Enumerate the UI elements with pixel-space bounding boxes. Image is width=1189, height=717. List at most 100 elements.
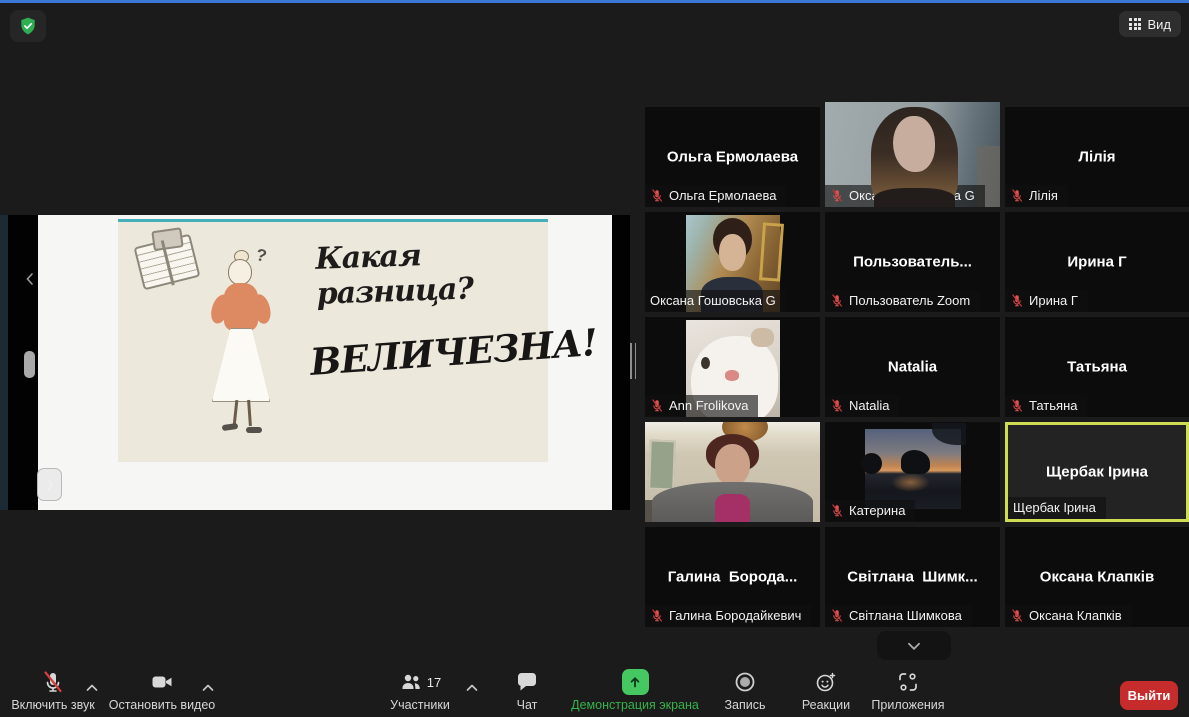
toolbar-item-label: Реакции (802, 698, 850, 712)
participant-tile[interactable]: Татьяна Татьяна (1005, 317, 1189, 417)
shared-screen-edge-strip (0, 215, 8, 510)
muted-mic-icon (650, 608, 664, 623)
participant-name-label: Галина Бородайкевич (645, 605, 811, 627)
participants-count: 17 (427, 675, 441, 690)
participant-tile[interactable]: Оксана Гошовська G (825, 102, 1000, 207)
participant-tile[interactable]: Пользователь... Пользователь Zoom (825, 212, 1000, 312)
participant-name-label: Лілія (1005, 185, 1068, 207)
meeting-toolbar: Включить звукОстановить видео17Участники… (0, 665, 1189, 717)
participant-tile[interactable]: Лілія Лілія (1005, 107, 1189, 207)
muted-mic-icon (830, 398, 844, 413)
participants-icon: 17 (399, 669, 441, 695)
participant-name-label: Пользователь Zoom (825, 290, 980, 312)
participant-tile[interactable]: Оксана Клапків Оксана Клапків (1005, 527, 1189, 627)
participant-tile[interactable]: Natalia Natalia (825, 317, 1000, 417)
chevron-up-icon[interactable] (84, 680, 100, 696)
participant-name-text: Ольга Ермолаева (669, 188, 776, 203)
participant-tile[interactable]: Щербак Ірина Щербак Ірина (1005, 422, 1189, 522)
record-icon (733, 669, 757, 695)
chevron-up-icon[interactable] (200, 680, 216, 696)
toolbar-item-record[interactable]: Запись (712, 669, 778, 715)
participant-name-label: Natalia (825, 395, 899, 417)
participant-name-text: Оксана Гошовська G (650, 293, 776, 308)
toolbar-item-participants[interactable]: 17 Участники (376, 669, 464, 715)
toolbar-item-share[interactable]: Демонстрация экрана (563, 669, 707, 715)
participant-display-name: Пользователь... (825, 254, 1000, 271)
chevron-up-icon[interactable] (464, 680, 480, 696)
muted-mic-icon (830, 293, 844, 308)
chat-icon (515, 669, 539, 695)
toolbar-item-reactions[interactable]: Реакции (788, 669, 864, 715)
toolbar-item-label: Запись (724, 698, 765, 712)
mic-muted-icon (41, 669, 65, 695)
security-shield-button[interactable] (10, 10, 46, 42)
participant-video (865, 429, 961, 509)
participant-tile[interactable]: Татьяна Штангей (645, 422, 820, 522)
participant-name-text: Ирина Г (1029, 293, 1078, 308)
presentation-page: ? Какая разница? ВЕЛИЧЕЗНА! (38, 215, 612, 510)
participant-name-text: Татьяна (1029, 398, 1077, 413)
zoom-meeting-window: Вид ? Какая разница? ВЕЛИЧЕЗНА! (0, 0, 1189, 717)
shield-check-icon (18, 16, 38, 36)
participant-tile[interactable]: Ann Frolikova (645, 317, 820, 417)
share-screen-icon (622, 669, 649, 695)
muted-mic-icon (650, 398, 664, 413)
participant-display-name: Лілія (1005, 149, 1189, 166)
gallery-scroll-down-button[interactable] (877, 631, 951, 660)
toolbar-item-label: Участники (390, 698, 450, 712)
participant-name-label: Катерина (825, 500, 915, 522)
participant-name-label: Світлана Шимкова (825, 605, 972, 627)
camera-icon (150, 669, 174, 695)
question-mark-doodle: ? (254, 245, 268, 267)
slide-heading: Какая разница? (315, 234, 537, 312)
share-screen-icon (622, 669, 649, 695)
view-button-label: Вид (1147, 17, 1171, 32)
participant-tile[interactable]: Ирина Г Ирина Г (1005, 212, 1189, 312)
muted-mic-icon (1010, 608, 1024, 623)
meeting-top-bar: Вид (0, 3, 1189, 45)
next-slide-button[interactable] (37, 468, 62, 501)
chevron-right-icon (43, 478, 57, 492)
participant-name-label: Щербак Ірина (1008, 497, 1106, 519)
view-button[interactable]: Вид (1119, 11, 1181, 37)
shared-screen-area: ? Какая разница? ВЕЛИЧЕЗНА! (0, 215, 645, 510)
participant-name-label: Ольга Ермолаева (645, 185, 786, 207)
participant-tile[interactable]: Світлана Шимк... Світлана Шимкова (825, 527, 1000, 627)
shared-screen-letterbox: ? Какая разница? ВЕЛИЧЕЗНА! (8, 215, 630, 510)
panel-resize-handle[interactable] (628, 343, 638, 379)
participant-tile[interactable]: Оксана Гошовська G (645, 212, 820, 312)
gallery-grid-icon (1129, 18, 1141, 30)
participant-tile[interactable]: Галина Борода... Галина Бородайкевич (645, 527, 820, 627)
participant-name-text: Щербак Ірина (1013, 500, 1096, 515)
participant-display-name: Татьяна (1005, 359, 1189, 376)
participant-display-name: Оксана Клапків (1005, 569, 1189, 586)
notebook-illustration (134, 234, 201, 291)
participant-tile[interactable]: Катерина (825, 422, 1000, 522)
apps-icon (896, 669, 920, 695)
participant-tile[interactable]: Ольга Ермолаева Ольга Ермолаева (645, 107, 820, 207)
participant-name-text: Оксана Клапків (1029, 608, 1122, 623)
muted-mic-icon (830, 188, 844, 203)
toolbar-item-label: Приложения (871, 698, 944, 712)
slide-answer-text: ВЕЛИЧЕЗНА! (309, 324, 542, 384)
participant-name-text: Світлана Шимкова (849, 608, 962, 623)
participant-name-label: Татьяна (1005, 395, 1087, 417)
participant-name-text: Пользователь Zoom (849, 293, 970, 308)
muted-mic-icon (1010, 293, 1024, 308)
participant-name-label: Ирина Г (1005, 290, 1088, 312)
participant-name-label: Ann Frolikova (645, 395, 758, 417)
leave-meeting-button[interactable]: Выйти (1120, 681, 1178, 710)
muted-mic-icon (830, 503, 844, 518)
toolbar-item-label: Чат (517, 698, 538, 712)
previous-slide-chevron-icon[interactable] (22, 271, 40, 291)
participant-display-name: Ирина Г (1005, 254, 1189, 271)
participant-name-text: Лілія (1029, 188, 1058, 203)
toolbar-item-label: Демонстрация экрана (571, 698, 699, 712)
participant-name-text: Ann Frolikova (669, 398, 748, 413)
participant-name-label: Оксана Клапків (1005, 605, 1132, 627)
stage-scrollbar-thumb[interactable] (24, 351, 35, 378)
toolbar-item-apps[interactable]: Приложения (861, 669, 955, 715)
participant-name-text: Галина Бородайкевич (669, 608, 801, 623)
toolbar-item-chat[interactable]: Чат (498, 669, 556, 715)
chevron-down-icon (905, 637, 923, 655)
